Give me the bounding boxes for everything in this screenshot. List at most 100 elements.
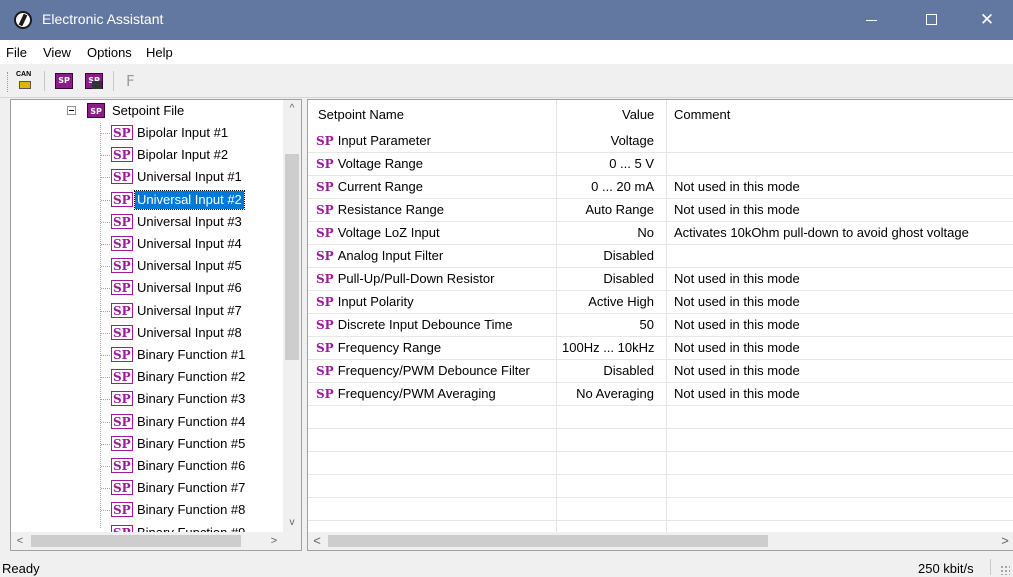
tree-item[interactable]: SP Binary Function #6 bbox=[11, 455, 283, 477]
tree-item[interactable]: SP Universal Input #7 bbox=[11, 300, 283, 322]
grid-horizontal-scrollbar[interactable]: < > bbox=[308, 532, 1013, 550]
setpoint-value-cell[interactable]: 0 ... 20 mA bbox=[562, 179, 654, 194]
grid-scroll-left-icon[interactable]: < bbox=[308, 532, 326, 550]
column-header-comment[interactable]: Comment bbox=[674, 107, 730, 122]
tree-item[interactable]: SP Binary Function #8 bbox=[11, 499, 283, 521]
table-row[interactable]: SP Voltage LoZ Input No Activates 10kOhm pu… bbox=[308, 222, 1013, 245]
table-row[interactable]: SP Pull-Up/Pull-Down Resistor Disabled Not … bbox=[308, 268, 1013, 291]
table-row[interactable]: SP Input Parameter Voltage bbox=[308, 130, 1013, 153]
save-setpoint-button[interactable]: SP bbox=[82, 70, 106, 92]
tree-item[interactable]: SP Binary Function #3 bbox=[11, 388, 283, 410]
setpoint-name: Current Range bbox=[337, 179, 423, 194]
table-row[interactable]: SP Frequency/PWM Averaging No Averaging Not… bbox=[308, 383, 1013, 406]
tree-item-label: Binary Function #4 bbox=[137, 413, 246, 429]
tree-vertical-scrollbar[interactable]: ^ v bbox=[283, 100, 301, 532]
tree-horizontal-scrollbar[interactable]: < > bbox=[11, 532, 283, 550]
tree-item-label: Binary Function #5 bbox=[137, 435, 246, 451]
setpoint-value-cell[interactable]: Disabled bbox=[562, 363, 654, 378]
setpoint-value-cell[interactable]: 0 ... 5 V bbox=[562, 156, 654, 171]
column-header-value[interactable]: Value bbox=[622, 107, 654, 122]
tree-item[interactable]: SP Binary Function #1 bbox=[11, 344, 283, 366]
menu-options[interactable]: Options bbox=[87, 45, 132, 60]
setpoint-value-cell[interactable]: 50 bbox=[562, 317, 654, 332]
setpoint-value-cell[interactable]: Voltage bbox=[562, 133, 654, 148]
table-row[interactable]: SP Frequency Range 100Hz ... 10kHz Not used… bbox=[308, 337, 1013, 360]
table-row[interactable]: SP Discrete Input Debounce Time 50 Not used… bbox=[308, 314, 1013, 337]
setpoint-value-cell[interactable]: No Averaging bbox=[562, 386, 654, 401]
tree-item[interactable]: SP Binary Function #4 bbox=[11, 411, 283, 433]
setpoint-icon: SP bbox=[316, 203, 334, 217]
collapse-icon[interactable] bbox=[67, 106, 76, 115]
setpoint-value-cell[interactable]: 100Hz ... 10kHz bbox=[562, 340, 655, 355]
maximize-button[interactable] bbox=[908, 0, 954, 40]
tree-item[interactable]: SP Universal Input #4 bbox=[11, 233, 283, 255]
setpoint-value-cell[interactable]: Active High bbox=[562, 294, 654, 309]
tree-item[interactable]: SP Universal Input #2 bbox=[11, 189, 283, 211]
table-row[interactable]: SP Analog Input Filter Disabled bbox=[308, 245, 1013, 268]
table-row[interactable]: SP Frequency/PWM Debounce Filter Disabled N… bbox=[308, 360, 1013, 383]
setpoint-comment-cell: Not used in this mode bbox=[674, 340, 800, 355]
tree-guide-line bbox=[101, 133, 110, 134]
setpoint-icon: SP bbox=[316, 364, 334, 378]
column-header-name[interactable]: Setpoint Name bbox=[318, 107, 404, 122]
tree-guide-line bbox=[101, 310, 110, 312]
setpoint-name: Pull-Up/Pull-Down Resistor bbox=[337, 271, 495, 286]
table-row[interactable]: SP Voltage Range 0 ... 5 V bbox=[308, 153, 1013, 176]
toolbar-grip[interactable] bbox=[7, 72, 10, 92]
minimize-icon bbox=[866, 20, 877, 21]
setpoint-icon: SP bbox=[111, 125, 133, 140]
setpoint-name: Input Parameter bbox=[337, 133, 431, 148]
tree-item[interactable]: SP Universal Input #3 bbox=[11, 211, 283, 233]
tree-hscroll-thumb[interactable] bbox=[31, 535, 241, 547]
tree-scroll-thumb[interactable] bbox=[285, 154, 299, 360]
setpoint-name-cell: SP Frequency/PWM Averaging bbox=[316, 386, 496, 401]
scroll-right-icon[interactable]: > bbox=[265, 532, 283, 550]
tree-root-label: Setpoint File bbox=[112, 103, 185, 118]
table-row[interactable]: SP Resistance Range Auto Range Not used in … bbox=[308, 199, 1013, 222]
close-button[interactable]: ✕ bbox=[964, 0, 1010, 40]
open-setpoint-button[interactable]: SP bbox=[52, 70, 76, 92]
scroll-left-icon[interactable]: < bbox=[11, 532, 29, 550]
setpoint-value-cell[interactable]: Auto Range bbox=[562, 202, 654, 217]
setpoint-icon: SP bbox=[111, 347, 133, 362]
setpoint-value-cell[interactable]: Disabled bbox=[562, 271, 654, 286]
setpoint-grid[interactable]: Setpoint Name Value Comment SP Input Para… bbox=[307, 99, 1013, 551]
setpoint-tree[interactable]: SP Setpoint File SP Bipolar Input #1 SP Bip… bbox=[10, 99, 302, 551]
setpoint-name-cell: SP Input Parameter bbox=[316, 133, 431, 148]
tree-item[interactable]: SP Universal Input #8 bbox=[11, 322, 283, 344]
scroll-up-icon[interactable]: ^ bbox=[283, 100, 301, 118]
minimize-button[interactable] bbox=[848, 0, 894, 40]
setpoint-comment-cell: Activates 10kOhm pull-down to avoid ghos… bbox=[674, 225, 969, 240]
setpoint-value-cell[interactable]: No bbox=[562, 225, 654, 240]
scroll-down-icon[interactable]: v bbox=[283, 514, 301, 532]
setpoint-comment-cell: Not used in this mode bbox=[674, 271, 800, 286]
tree-item[interactable]: SP Bipolar Input #1 bbox=[11, 122, 283, 144]
tree-item-label: Universal Input #3 bbox=[137, 213, 242, 229]
tree-guide-line bbox=[101, 244, 110, 245]
table-row[interactable]: SP Current Range 0 ... 20 mA Not used in th… bbox=[308, 176, 1013, 199]
setpoint-icon: SP bbox=[111, 147, 133, 163]
tree-item[interactable]: SP Universal Input #5 bbox=[11, 255, 283, 277]
grid-scroll-right-icon[interactable]: > bbox=[996, 532, 1013, 550]
grid-hscroll-thumb[interactable] bbox=[328, 535, 768, 547]
tree-item[interactable]: SP Universal Input #6 bbox=[11, 277, 283, 299]
resize-grip-icon[interactable] bbox=[1000, 565, 1010, 575]
tree-item[interactable]: SP Binary Function #7 bbox=[11, 477, 283, 499]
menu-bar: File View Options Help bbox=[0, 40, 1013, 64]
menu-file[interactable]: File bbox=[6, 45, 27, 60]
table-row[interactable]: SP Input Polarity Active High Not used in t… bbox=[308, 291, 1013, 314]
setpoint-icon: SP bbox=[111, 324, 133, 340]
tree-item[interactable]: SP Universal Input #1 bbox=[11, 166, 283, 188]
setpoint-icon: SP bbox=[111, 413, 133, 429]
tree-root[interactable]: SP Setpoint File bbox=[11, 100, 283, 122]
menu-view[interactable]: View bbox=[43, 45, 71, 60]
flash-button[interactable]: F bbox=[120, 70, 144, 92]
setpoint-file-icon: SP bbox=[87, 103, 105, 118]
tree-item[interactable]: SP Bipolar Input #2 bbox=[11, 144, 283, 166]
tree-item[interactable]: SP Binary Function #5 bbox=[11, 433, 283, 455]
tree-item[interactable]: SP Binary Function #2 bbox=[11, 366, 283, 388]
menu-help[interactable]: Help bbox=[146, 45, 173, 60]
setpoint-value-cell[interactable]: Disabled bbox=[562, 248, 654, 263]
setpoint-name: Frequency Range bbox=[337, 340, 442, 355]
can-connect-button[interactable]: CAN bbox=[14, 70, 38, 92]
